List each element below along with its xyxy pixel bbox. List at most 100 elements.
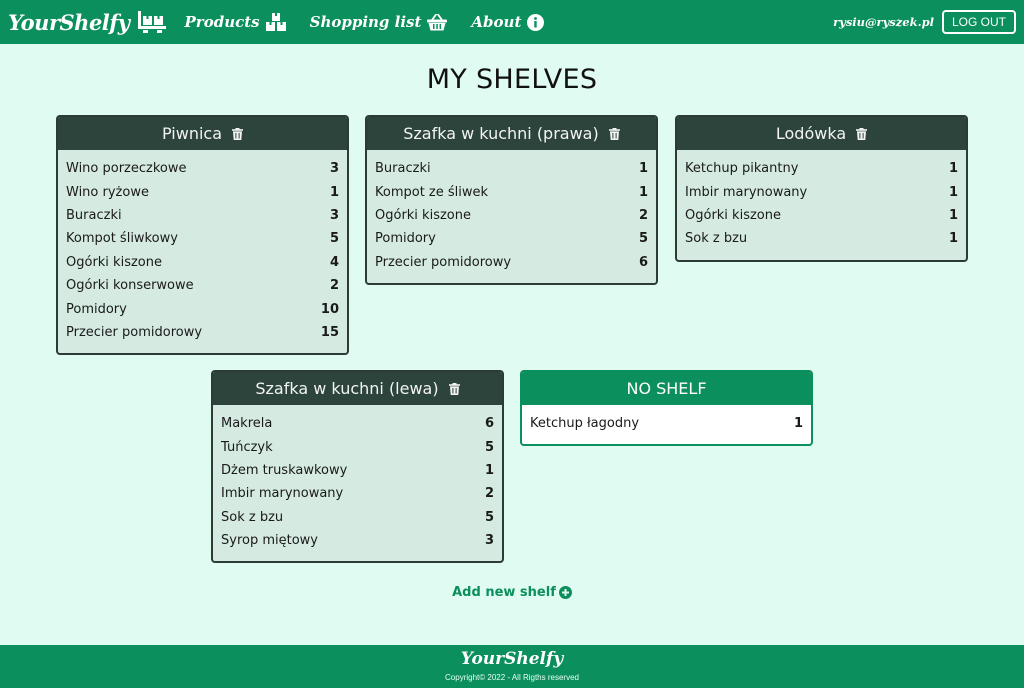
shelf-item[interactable]: Buraczki 3 bbox=[66, 204, 339, 227]
item-name: Imbir marynowany bbox=[221, 486, 344, 502]
nav-about-label: About bbox=[471, 13, 522, 31]
shelf-item[interactable]: Ogórki kiszone 2 bbox=[375, 204, 648, 227]
item-quantity: 1 bbox=[638, 184, 648, 200]
item-name: Pomidory bbox=[66, 301, 127, 317]
shelf-title: Lodówka bbox=[775, 124, 847, 143]
shelf-card-no-shelf: NO SHELF Ketchup łagodny 1 bbox=[520, 370, 813, 447]
footer-brand: YourShelfy bbox=[460, 649, 564, 669]
shelf-header: NO SHELF bbox=[522, 372, 811, 405]
item-quantity: 2 bbox=[329, 278, 339, 294]
nav-shopping-list-label: Shopping list bbox=[309, 13, 422, 31]
footer-copyright: Copyright© 2022 - All Rigths reserved bbox=[445, 673, 579, 682]
shelf-card-piwnica: Piwnica Wino porzeczkowe 3 Wino ryżowe 1 B… bbox=[56, 115, 349, 356]
item-name: Kompot śliwkowy bbox=[66, 231, 178, 247]
shelf-item[interactable]: Ogórki konserwowe 2 bbox=[66, 274, 339, 297]
page-title: MY SHELVES bbox=[426, 64, 598, 95]
shelf-item[interactable]: Kompot ze śliwek 1 bbox=[375, 180, 648, 203]
item-quantity: 5 bbox=[484, 439, 494, 455]
item-quantity: 6 bbox=[638, 254, 648, 270]
item-quantity: 1 bbox=[948, 207, 958, 223]
item-quantity: 1 bbox=[948, 231, 958, 247]
item-name: Ketchup łagodny bbox=[530, 416, 640, 432]
item-quantity: 2 bbox=[484, 486, 494, 502]
info-circle-icon bbox=[527, 13, 545, 31]
item-quantity: 6 bbox=[484, 416, 494, 432]
nav-links: Products Shopping list About bbox=[185, 13, 569, 31]
shelf-header: Lodówka bbox=[677, 117, 966, 150]
trash-icon[interactable] bbox=[448, 382, 460, 395]
shelf-item[interactable]: Tuńczyk 5 bbox=[221, 435, 494, 458]
item-quantity: 1 bbox=[484, 462, 494, 478]
item-name: Syrop miętowy bbox=[221, 533, 318, 549]
shelf-item[interactable]: Pomidory 5 bbox=[375, 227, 648, 250]
trash-icon[interactable] bbox=[608, 127, 620, 140]
item-name: Makrela bbox=[221, 416, 273, 432]
item-quantity: 2 bbox=[638, 207, 648, 223]
item-quantity: 4 bbox=[329, 254, 339, 270]
shelf-items: Makrela 6 Tuńczyk 5 Dżem truskawkowy 1 Imbi… bbox=[213, 405, 502, 561]
nav-about[interactable]: About bbox=[471, 13, 545, 31]
shelf-item[interactable]: Kompot śliwkowy 5 bbox=[66, 227, 339, 250]
shelf-item[interactable]: Przecier pomidorowy 6 bbox=[375, 251, 648, 274]
logout-button[interactable]: LOG OUT bbox=[941, 10, 1016, 34]
item-name: Dżem truskawkowy bbox=[221, 462, 348, 478]
item-name: Ketchup pikantny bbox=[685, 161, 799, 177]
shelf-items: Ketchup łagodny 1 bbox=[522, 405, 811, 444]
item-quantity: 15 bbox=[320, 324, 339, 340]
shelf-item[interactable]: Ogórki kiszone 4 bbox=[66, 251, 339, 274]
shelf-item[interactable]: Imbir marynowany 1 bbox=[685, 180, 958, 203]
item-name: Ogórki kiszone bbox=[685, 207, 781, 223]
nav-user-area: rysiu@ryszek.pl LOG OUT bbox=[833, 10, 1016, 34]
shelf-item[interactable]: Ketchup łagodny 1 bbox=[530, 412, 803, 435]
item-name: Buraczki bbox=[66, 207, 122, 223]
shelf-item[interactable]: Pomidory 10 bbox=[66, 297, 339, 320]
shelf-title: Piwnica bbox=[161, 124, 222, 143]
item-quantity: 5 bbox=[329, 231, 339, 247]
nav-products-label: Products bbox=[184, 13, 260, 31]
nav-shopping-list[interactable]: Shopping list bbox=[310, 13, 448, 31]
item-name: Ogórki kiszone bbox=[375, 207, 471, 223]
trash-icon[interactable] bbox=[232, 127, 243, 140]
shelf-item[interactable]: Ketchup pikantny 1 bbox=[685, 157, 958, 180]
shelf-card-szafka-prawa: Szafka w kuchni (prawa) Buraczki 1 Kompot… bbox=[365, 115, 658, 285]
item-quantity: 10 bbox=[320, 301, 339, 317]
item-name: Buraczki bbox=[375, 161, 431, 177]
item-quantity: 5 bbox=[638, 231, 648, 247]
shelf-item[interactable]: Dżem truskawkowy 1 bbox=[221, 459, 494, 482]
shelf-header: Piwnica bbox=[58, 117, 347, 150]
user-email: rysiu@ryszek.pl bbox=[833, 15, 934, 29]
item-name: Ogórki kiszone bbox=[66, 254, 162, 270]
add-shelf-button[interactable]: Add new shelf bbox=[0, 585, 1024, 600]
shelf-item[interactable]: Makrela 6 bbox=[221, 412, 494, 435]
shelf-item[interactable]: Wino porzeczkowe 3 bbox=[66, 157, 339, 180]
item-quantity: 3 bbox=[329, 161, 339, 177]
shelf-card-szafka-lewa: Szafka w kuchni (lewa) Makrela 6 Tuńczyk 5… bbox=[211, 370, 504, 564]
item-name: Kompot ze śliwek bbox=[375, 184, 489, 200]
shelf-item[interactable]: Wino ryżowe 1 bbox=[66, 180, 339, 203]
boxes-icon bbox=[265, 13, 286, 31]
shelf-item[interactable]: Buraczki 1 bbox=[375, 157, 648, 180]
trash-icon[interactable] bbox=[856, 127, 868, 140]
item-name: Sok z bzu bbox=[685, 231, 748, 247]
shelf-item[interactable]: Sok z bzu 1 bbox=[685, 227, 958, 250]
footer: YourShelfy Copyright© 2022 - All Rigths … bbox=[0, 645, 1024, 688]
item-name: Przecier pomidorowy bbox=[66, 324, 203, 340]
item-quantity: 3 bbox=[329, 207, 339, 223]
item-name: Sok z bzu bbox=[221, 509, 284, 525]
shelf-item[interactable]: Syrop miętowy 3 bbox=[221, 529, 494, 552]
shelf-items: Ketchup pikantny 1 Imbir marynowany 1 Ogór… bbox=[677, 150, 966, 260]
item-quantity: 1 bbox=[948, 184, 958, 200]
shelf-item[interactable]: Imbir marynowany 2 bbox=[221, 482, 494, 505]
shelf-title: NO SHELF bbox=[626, 379, 707, 398]
item-quantity: 1 bbox=[638, 161, 648, 177]
shelf-item[interactable]: Przecier pomidorowy 15 bbox=[66, 321, 339, 344]
nav-products[interactable]: Products bbox=[185, 13, 286, 31]
item-quantity: 3 bbox=[484, 533, 494, 549]
shelf-item[interactable]: Ogórki kiszone 1 bbox=[685, 204, 958, 227]
brand-link[interactable]: YourShelfy bbox=[8, 10, 167, 35]
item-name: Tuńczyk bbox=[221, 439, 273, 455]
shelf-card-lodowka: Lodówka Ketchup pikantny 1 Imbir marynowa… bbox=[675, 115, 968, 262]
item-name: Ogórki konserwowe bbox=[66, 278, 194, 294]
brand-text: YourShelfy bbox=[8, 9, 130, 35]
shelf-item[interactable]: Sok z bzu 5 bbox=[221, 506, 494, 529]
